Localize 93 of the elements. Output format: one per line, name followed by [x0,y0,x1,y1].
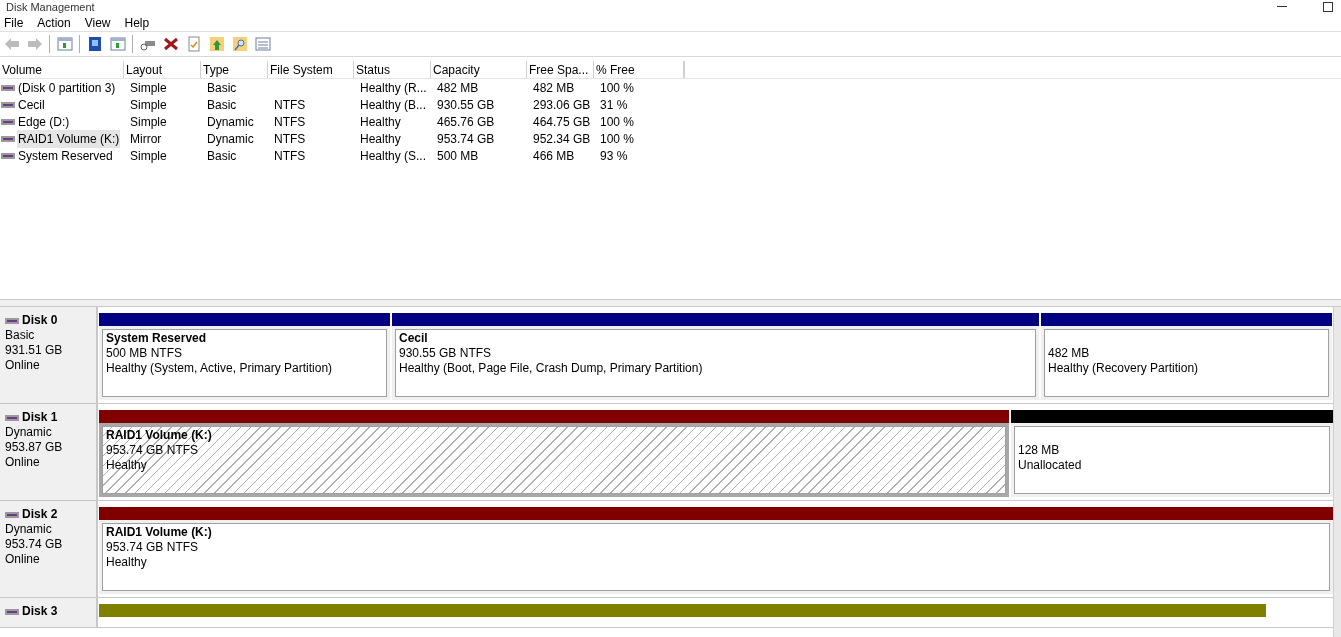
table-cell: 466 MB [533,148,575,163]
table-cell: 464.75 GB [533,114,591,129]
column-header[interactable]: Volume [0,61,124,78]
table-cell: Healthy (R... [360,80,427,95]
table-cell: Simple [130,114,167,129]
table-cell: 482 MB [437,80,479,95]
partition-title: Cecil [399,331,429,346]
disk-name: Disk 3 [22,604,58,619]
table-cell: Simple [130,97,167,112]
menu-item[interactable]: View [80,13,115,32]
column-header[interactable]: Type [201,61,268,78]
disk-status: Online [5,552,41,567]
table-cell: Healthy (B... [360,97,427,112]
partition-status: Unallocated [1018,458,1083,473]
partition-size: 500 MB NTFS [106,346,184,361]
volume-name[interactable]: Edge (D:) [17,112,71,131]
partition-status: Healthy [106,458,148,473]
disk-status: Online [5,455,41,470]
disk-icon [5,608,19,615]
partition-size: 953.74 GB NTFS [106,443,200,458]
menu-item[interactable]: Action [33,13,75,32]
table-cell: 952.34 GB [533,131,591,146]
table-cell: NTFS [274,114,306,129]
table-cell: Simple [130,80,167,95]
volume-name[interactable]: RAID1 Volume (K:) [17,129,121,148]
disk-icon [1,118,15,125]
column-header[interactable]: Capacity [431,61,527,78]
partition-status: Healthy [106,555,148,570]
table-cell: 482 MB [533,80,575,95]
table-cell: 930.55 GB [437,97,495,112]
scrollbar[interactable] [1333,307,1341,637]
table-cell: 100 % [600,80,635,95]
disk-type: Dynamic [5,522,53,537]
partition-title: System Reserved [106,331,208,346]
column-header[interactable]: File System [268,61,354,78]
column-header[interactable]: % Free [594,61,684,78]
disk-icon [1,84,15,91]
disk-icon [1,101,15,108]
partition-title: RAID1 Volume (K:) [106,428,213,443]
table-cell: 953.74 GB [437,131,495,146]
table-cell: Dynamic [207,114,254,129]
column-header[interactable]: Free Spa... [527,61,594,78]
table-cell: 500 MB [437,148,479,163]
disk-size: 953.74 GB [5,537,64,552]
disk-type: Basic [5,328,36,343]
table-cell: NTFS [274,97,306,112]
disk-name: Disk 0 [22,313,58,328]
disk-status: Online [5,358,41,373]
table-cell: Simple [130,148,167,163]
partition-status: Healthy (Boot, Page File, Crash Dump, Primary Partition) [399,361,704,376]
partition-size: 482 MB [1048,346,1091,361]
table-cell: Basic [207,80,237,95]
table-cell: Mirror [130,131,162,146]
table-cell: 93 % [600,148,628,163]
volume-name[interactable]: System Reserved [17,146,114,165]
table-cell: 100 % [600,131,635,146]
partition-status: Healthy (Recovery Partition) [1048,361,1200,376]
table-cell: Basic [207,97,237,112]
menu-item[interactable]: Help [120,13,154,32]
disk-icon [5,511,19,518]
column-header[interactable]: Layout [124,61,201,78]
partition-size: 930.55 GB NTFS [399,346,493,361]
column-header[interactable]: Status [354,61,431,78]
partition-status: Healthy (System, Active, Primary Partition) [106,361,334,376]
partition-title: RAID1 Volume (K:) [106,525,213,540]
partition-size: 953.74 GB NTFS [106,540,200,555]
disk-size: 931.51 GB [5,343,64,358]
table-cell: 100 % [600,114,635,129]
disk-name: Disk 1 [22,410,58,425]
table-cell: NTFS [274,148,306,163]
disk-icon [5,414,19,421]
table-cell: Healthy (S... [360,148,427,163]
minimize-icon[interactable] [1277,6,1287,8]
volume-name[interactable]: Cecil [17,95,46,114]
disk-size: 953.87 GB [5,440,64,455]
disk-icon [1,135,15,142]
disk-icon [1,152,15,159]
maximize-icon[interactable] [1323,2,1333,12]
disk-type: Dynamic [5,425,53,440]
partition-size: 128 MB [1018,443,1061,458]
window-title: Disk Management [6,0,95,14]
table-cell: 31 % [600,97,628,112]
table-cell: Basic [207,148,237,163]
table-cell: 465.76 GB [437,114,495,129]
disk-name: Disk 2 [22,507,58,522]
disk-icon [5,317,19,324]
volume-name[interactable]: (Disk 0 partition 3) [17,78,117,97]
table-cell: NTFS [274,131,306,146]
table-cell: Healthy [360,114,401,129]
table-cell: Dynamic [207,131,254,146]
table-cell: Healthy [360,131,401,146]
menu-item[interactable]: File [0,13,28,32]
table-cell: 293.06 GB [533,97,591,112]
